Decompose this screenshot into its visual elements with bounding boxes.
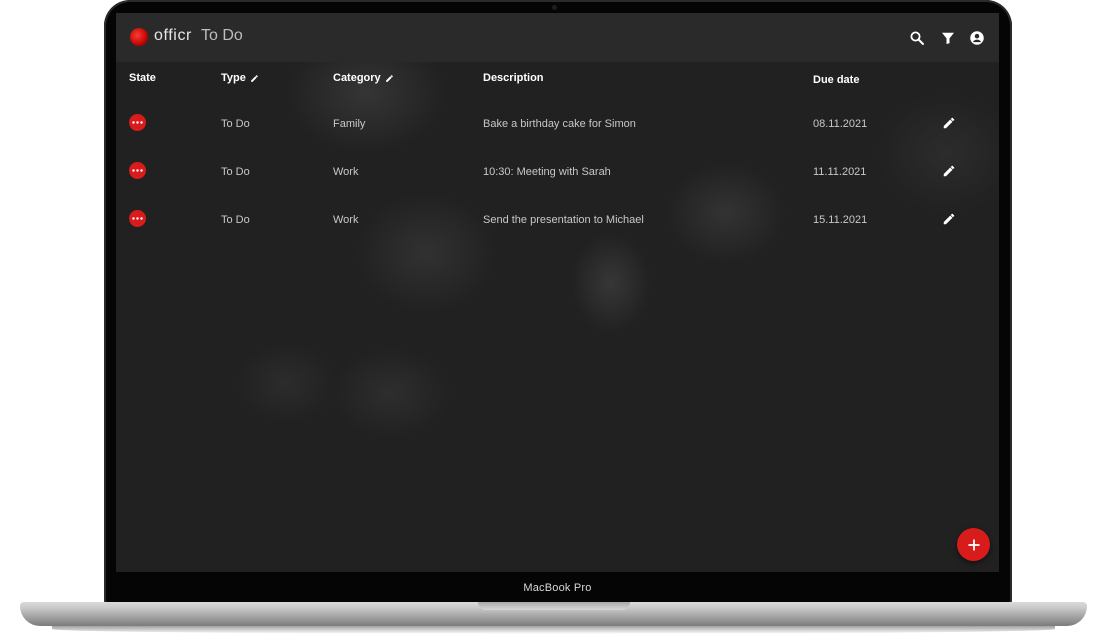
table-row[interactable]: To Do Work 10:30: Meeting with Sarah 11.… <box>116 147 999 195</box>
row-due-date: 15.11.2021 <box>813 214 868 226</box>
column-header-category[interactable]: Category <box>333 72 394 84</box>
row-description: 10:30: Meeting with Sarah <box>483 166 611 178</box>
table-row[interactable]: To Do Family Bake a birthday cake for Si… <box>116 99 999 147</box>
brand-name: officr <box>154 27 192 44</box>
column-header-description[interactable]: Description <box>483 72 544 84</box>
row-due-date: 08.11.2021 <box>813 118 868 130</box>
edit-icon[interactable] <box>942 164 956 178</box>
header-label: Description <box>483 72 544 84</box>
table-row[interactable]: To Do Work Send the presentation to Mich… <box>116 195 999 243</box>
column-header-state[interactable]: State <box>129 72 156 84</box>
pencil-icon[interactable] <box>250 74 259 83</box>
row-type: To Do <box>221 214 250 226</box>
laptop-hinge-notch <box>478 602 630 610</box>
page-title: To Do <box>201 27 243 44</box>
row-description: Send the presentation to Michael <box>483 214 644 226</box>
app-bar: officr To Do <box>116 13 999 62</box>
column-header-type[interactable]: Type <box>221 72 259 84</box>
add-button[interactable] <box>957 528 990 561</box>
row-category: Work <box>333 166 359 178</box>
edit-icon[interactable] <box>942 212 956 226</box>
device-label: MacBook Pro <box>523 582 592 594</box>
filter-icon[interactable] <box>939 29 957 47</box>
search-icon[interactable] <box>908 29 926 47</box>
column-header-due-date[interactable]: Due date <box>813 74 859 86</box>
row-category: Work <box>333 214 359 226</box>
macbook-mockup: officr To Do State Type Category Descrip <box>0 0 1099 642</box>
edit-icon[interactable] <box>942 116 956 130</box>
header-label: State <box>129 72 156 84</box>
pencil-icon[interactable] <box>385 74 394 83</box>
plus-icon <box>968 539 979 550</box>
app-screen: officr To Do State Type Category Descrip <box>116 13 999 572</box>
header-label: Category <box>333 72 381 84</box>
row-type: To Do <box>221 166 250 178</box>
state-more-icon[interactable] <box>129 114 146 131</box>
row-type: To Do <box>221 118 250 130</box>
state-more-icon[interactable] <box>129 210 146 227</box>
header-label: Due date <box>813 74 860 86</box>
brand-logo-icon <box>130 28 148 46</box>
row-description: Bake a birthday cake for Simon <box>483 118 636 130</box>
row-category: Family <box>333 118 366 130</box>
state-more-icon[interactable] <box>129 162 146 179</box>
camera <box>552 5 557 10</box>
header-label: Type <box>221 72 246 84</box>
account-icon[interactable] <box>968 29 986 47</box>
row-due-date: 11.11.2021 <box>813 166 867 178</box>
